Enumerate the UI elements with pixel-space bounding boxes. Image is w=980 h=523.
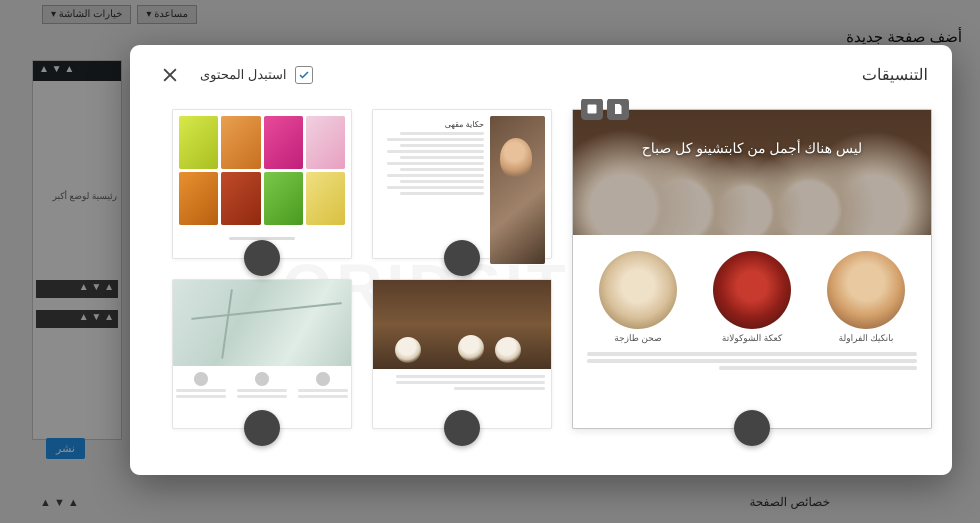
import-template-button[interactable] [444, 240, 480, 276]
dessert-image [599, 251, 677, 329]
bg-screen-opts: مساعدة ▾ خيارات الشاشة ▾ [42, 5, 197, 24]
import-template-button[interactable] [244, 240, 280, 276]
panel-toggle-2[interactable]: ▲ ▼ ▲ [36, 310, 118, 328]
template-about[interactable]: حكاية مقهى [372, 109, 552, 259]
import-template-button[interactable] [734, 410, 770, 446]
dessert-image [827, 251, 905, 329]
bg-publish-panel: ▲ ▼ ▲ رئيسية لوضع أكبر [32, 60, 122, 440]
template-cups[interactable] [372, 279, 552, 429]
bg-page-attrs: خصائص الصفحة [749, 495, 830, 509]
about-image [490, 116, 545, 264]
import-template-button[interactable] [244, 410, 280, 446]
download-icon [254, 420, 270, 436]
panel-toggle-1[interactable]: ▲ ▼ ▲ [36, 280, 118, 298]
check-icon [298, 69, 310, 81]
desserts-row: بانكيك الفراولة كعكة الشوكولاتة صحن طازج… [573, 235, 931, 352]
templates-grid: ليس هناك أجمل من كابتشينو كل صباح بانكيك… [150, 109, 932, 475]
gallery-grid [179, 116, 345, 225]
bg-publish-button[interactable]: نشر [46, 438, 85, 459]
dessert-caption: كعكة الشوكولاتة [722, 333, 782, 344]
bg-help-btn[interactable]: مساعدة ▾ [137, 5, 197, 24]
download-icon [744, 420, 760, 436]
replace-content-label: استبدل المحتوى [200, 67, 287, 83]
replace-content-checkbox[interactable]: استبدل المحتوى [200, 66, 313, 84]
bg-page-title: أضف صفحة جديدة [846, 28, 962, 46]
badge-layout-icon [581, 99, 603, 120]
close-button[interactable] [154, 59, 186, 91]
dessert-caption: صحن طازجة [614, 333, 661, 344]
dessert-image [713, 251, 791, 329]
import-template-button[interactable] [444, 410, 480, 446]
download-icon [454, 420, 470, 436]
map-image [173, 280, 351, 366]
template-badges [581, 99, 629, 120]
checkbox-box [295, 66, 313, 84]
modal-body: ORIDSITE.COM ليس هناك أجمل من كابتشينو ك… [130, 99, 952, 475]
download-icon [254, 250, 270, 266]
dessert-item: بانكيك الفراولة [827, 251, 905, 344]
close-icon [160, 65, 180, 85]
dessert-caption: بانكيك الفراولة [839, 333, 894, 344]
hero-text: ليس هناك أجمل من كابتشينو كل صباح [573, 140, 931, 157]
bg-theme-note: رئيسية لوضع أكبر [33, 81, 121, 202]
cups-image [373, 280, 551, 369]
templates-modal: التنسيقات استبدل المحتوى ORIDSITE.COM [130, 45, 952, 475]
template-cafe-big[interactable]: ليس هناك أجمل من كابتشينو كل صباح بانكيك… [572, 109, 932, 429]
template-hero: ليس هناك أجمل من كابتشينو كل صباح [573, 110, 931, 235]
about-title: حكاية مقهى [445, 120, 484, 129]
modal-header: التنسيقات استبدل المحتوى [130, 45, 952, 99]
badge-page-icon [607, 99, 629, 120]
download-icon [454, 250, 470, 266]
dessert-item: صحن طازجة [599, 251, 677, 344]
bg-screen-options-btn[interactable]: خيارات الشاشة ▾ [42, 5, 131, 24]
dessert-item: كعكة الشوكولاتة [713, 251, 791, 344]
panel-chevrons: ▲ ▼ ▲ [39, 64, 74, 75]
template-map[interactable] [172, 279, 352, 429]
modal-title: التنسيقات [862, 65, 928, 85]
template-gallery[interactable] [172, 109, 352, 259]
template-desc-placeholder [573, 352, 931, 390]
bg-bottom-chevrons[interactable]: ▲ ▼ ▲ [40, 497, 79, 509]
